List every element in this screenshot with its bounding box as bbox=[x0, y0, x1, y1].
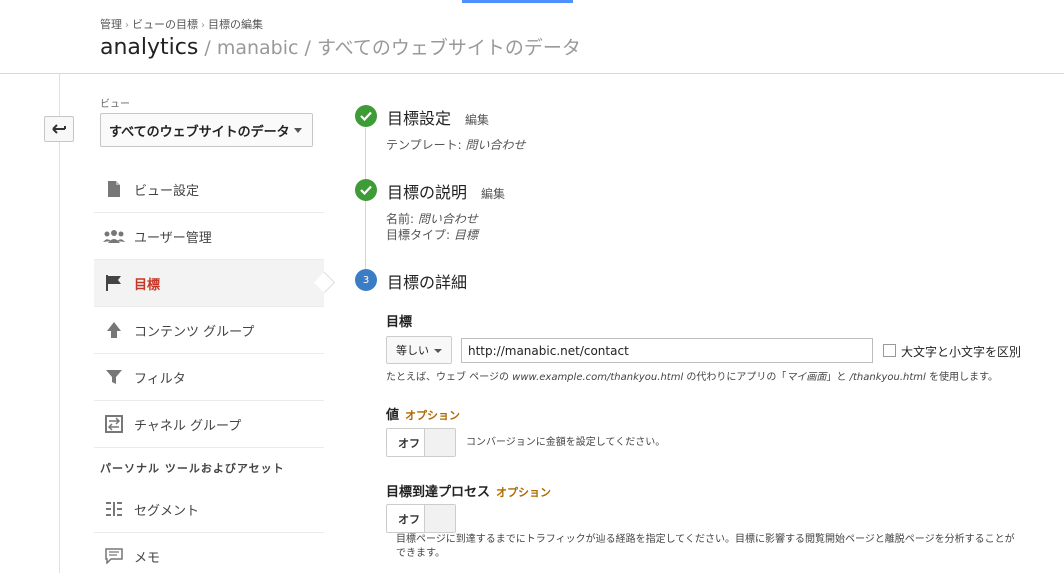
value-description: コンバージョンに金額を設定してください。 bbox=[466, 437, 666, 448]
toggle-state: オフ bbox=[398, 513, 420, 526]
breadcrumb: 管理 › ビューの目標 › 目標の編集 bbox=[100, 16, 263, 32]
funnel-label-text: 目標到達プロセス bbox=[386, 485, 491, 500]
hint-example: www.example.com/thankyou.html bbox=[512, 372, 684, 383]
segment-icon bbox=[103, 499, 125, 519]
case-sensitive-checkbox[interactable] bbox=[883, 344, 896, 357]
content-group-icon bbox=[103, 320, 125, 340]
sidebar-item-segments[interactable]: セグメント bbox=[94, 486, 324, 533]
document-icon bbox=[103, 179, 125, 199]
flag-icon bbox=[103, 273, 125, 293]
view-name[interactable]: すべてのウェブサイトのデータ bbox=[317, 37, 581, 59]
sidebar-item-user-management[interactable]: ユーザー管理 bbox=[94, 213, 324, 260]
hint-text: たとえば、ウェブ ページの bbox=[386, 372, 509, 383]
step-title: 目標の説明 編集 bbox=[387, 179, 505, 203]
destination-label: 目標 bbox=[386, 315, 413, 330]
funnel-description-line1: 目標ページに到達するまでにトラフィックが辿る経路を指定してください。目標に影響す… bbox=[396, 534, 1015, 545]
breadcrumb-item[interactable]: 管理 bbox=[100, 18, 122, 31]
detail-key: 目標タイプ: bbox=[386, 228, 451, 242]
sidebar-item-label: ビュー設定 bbox=[134, 183, 200, 199]
hint-path: /thankyou.html bbox=[849, 372, 926, 383]
destination-hint: たとえば、ウェブ ページの www.example.com/thankyou.h… bbox=[386, 368, 998, 383]
value-label-text: 値 bbox=[386, 408, 400, 423]
breadcrumb-separator-icon: › bbox=[125, 20, 129, 31]
value-toggle[interactable]: オフ bbox=[386, 428, 456, 457]
sidebar-item-filters[interactable]: フィルタ bbox=[94, 354, 324, 401]
product-name[interactable]: analytics bbox=[100, 35, 198, 60]
step-title-text: 目標の説明 bbox=[387, 183, 468, 202]
detail-value: 問い合わせ bbox=[465, 138, 526, 152]
hint-text: 」と bbox=[826, 372, 847, 383]
detail-key: 名前: bbox=[386, 212, 415, 226]
hint-app: マイ画面 bbox=[786, 372, 827, 383]
left-rail-divider bbox=[59, 74, 60, 573]
detail-key: テンプレート: bbox=[386, 138, 462, 152]
view-label: ビュー bbox=[100, 99, 130, 110]
sidebar-item-label: 目標 bbox=[134, 277, 161, 293]
hint-text: を使用します。 bbox=[929, 372, 998, 383]
sidebar-item-content-groups[interactable]: コンテンツ グループ bbox=[94, 307, 324, 354]
sidebar-nav: ビュー設定 ユーザー管理 目標 コンテンツ グループ フィルタ チャネル グルー… bbox=[94, 166, 324, 579]
step-detail-template: テンプレート: 問い合わせ bbox=[386, 136, 526, 153]
optional-badge: オプション bbox=[405, 409, 461, 422]
toggle-knob bbox=[424, 429, 455, 456]
optional-badge: オプション bbox=[496, 486, 552, 499]
sidebar-item-label: フィルタ bbox=[134, 371, 186, 387]
breadcrumb-separator-icon: › bbox=[201, 20, 205, 31]
breadcrumb-item[interactable]: ビューの目標 bbox=[132, 18, 198, 31]
step-detail-name: 名前: 問い合わせ bbox=[386, 210, 478, 227]
sidebar-item-channel-groups[interactable]: チャネル グループ bbox=[94, 401, 324, 448]
toggle-state: オフ bbox=[398, 437, 420, 450]
top-accent-bar bbox=[462, 0, 573, 3]
people-icon bbox=[103, 226, 125, 246]
sidebar-item-label: チャネル グループ bbox=[134, 418, 242, 434]
back-button[interactable] bbox=[44, 116, 74, 142]
funnel-toggle[interactable]: オフ bbox=[386, 504, 456, 533]
sidebar-item-label: メモ bbox=[134, 550, 161, 566]
check-icon bbox=[355, 179, 377, 201]
case-sensitive-label: 大文字と小文字を区別 bbox=[901, 345, 1022, 359]
breadcrumb-item: 目標の編集 bbox=[208, 18, 263, 31]
check-icon bbox=[355, 105, 377, 127]
step-title-text: 目標の詳細 bbox=[387, 273, 468, 292]
edit-link[interactable]: 編集 bbox=[465, 113, 489, 127]
chevron-down-icon bbox=[294, 128, 302, 133]
chevron-down-icon bbox=[434, 349, 442, 353]
account-name[interactable]: manabic bbox=[217, 37, 299, 59]
page-title: analytics / manabic / すべてのウェブサイトのデータ bbox=[100, 33, 581, 60]
header-divider bbox=[0, 73, 1064, 74]
edit-link[interactable]: 編集 bbox=[481, 187, 505, 201]
view-selector[interactable]: すべてのウェブサイトのデータ bbox=[100, 113, 313, 147]
title-separator: / bbox=[198, 37, 217, 59]
detail-value: 目標 bbox=[453, 228, 478, 242]
personal-tools-heading: パーソナル ツールおよびアセット bbox=[100, 462, 285, 475]
match-type-select[interactable]: 等しい bbox=[386, 336, 452, 364]
sidebar-item-memo[interactable]: メモ bbox=[94, 533, 324, 579]
funnel-label: 目標到達プロセス オプション bbox=[386, 481, 551, 500]
sidebar-item-label: ユーザー管理 bbox=[134, 230, 212, 246]
back-arrow-icon bbox=[52, 124, 66, 134]
view-selector-value: すべてのウェブサイトのデータ bbox=[109, 124, 290, 140]
sidebar-item-goals[interactable]: 目標 bbox=[94, 260, 324, 307]
title-separator: / bbox=[298, 37, 317, 59]
hint-text: の代わりにアプリの「 bbox=[686, 372, 787, 383]
detail-value: 問い合わせ bbox=[417, 212, 478, 226]
sidebar-item-label: コンテンツ グループ bbox=[134, 324, 255, 340]
memo-icon bbox=[103, 546, 125, 566]
filter-icon bbox=[103, 367, 125, 387]
sidebar-item-label: セグメント bbox=[134, 503, 200, 519]
step-number-badge: 3 bbox=[355, 269, 377, 291]
funnel-description-line2: できます。 bbox=[396, 548, 445, 559]
toggle-knob bbox=[424, 505, 455, 532]
match-type-value: 等しい bbox=[396, 344, 429, 357]
value-label: 値オプション bbox=[386, 404, 460, 423]
sidebar-item-view-settings[interactable]: ビュー設定 bbox=[94, 166, 324, 213]
step-title: 目標設定 編集 bbox=[387, 105, 489, 129]
channel-group-icon bbox=[103, 414, 125, 434]
step-detail-type: 目標タイプ: 目標 bbox=[386, 226, 478, 243]
step-title-text: 目標設定 bbox=[387, 109, 452, 128]
destination-url-input[interactable] bbox=[461, 338, 873, 363]
